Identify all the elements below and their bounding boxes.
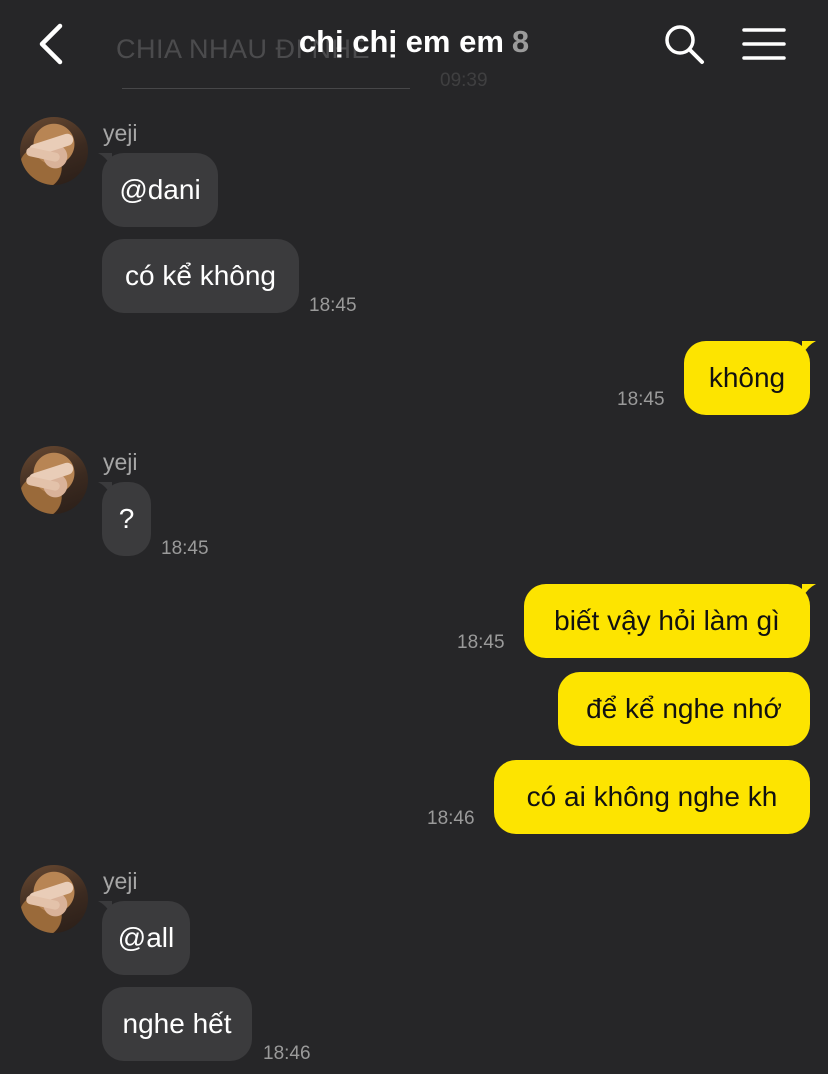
message-bubble-incoming[interactable]: @all: [102, 901, 190, 975]
hamburger-menu-icon: [742, 28, 786, 60]
message-timestamp: 18:45: [161, 538, 209, 559]
sender-name: yeji: [103, 449, 138, 475]
message-timestamp: 18:45: [309, 295, 357, 316]
back-chevron-icon: [39, 23, 63, 65]
chat-screen: CHIA NHAU ĐI NHÉ 09:39 chị chị em em 8 y…: [0, 0, 828, 1074]
bubble-tail: [802, 584, 816, 598]
avatar[interactable]: [20, 446, 88, 514]
avatar[interactable]: [20, 117, 88, 185]
avatar[interactable]: [20, 865, 88, 933]
message-timestamp: 18:46: [427, 808, 475, 829]
search-icon: [665, 25, 704, 64]
menu-button[interactable]: [740, 26, 788, 62]
message-timestamp: 18:45: [457, 632, 505, 653]
bubble-tail: [802, 341, 816, 355]
message-timestamp: 18:45: [617, 389, 665, 410]
message-bubble-outgoing[interactable]: biết vậy hỏi làm gì: [524, 584, 810, 658]
message-bubble-outgoing[interactable]: có ai không nghe kh: [494, 760, 810, 834]
chat-header: chị chị em em 8: [0, 0, 828, 92]
back-button[interactable]: [32, 22, 72, 66]
message-bubble-incoming[interactable]: @dani: [102, 153, 218, 227]
message-bubble-incoming[interactable]: nghe hết: [102, 987, 252, 1061]
message-bubble-outgoing[interactable]: không: [684, 341, 810, 415]
search-button[interactable]: [662, 22, 706, 66]
sender-name: yeji: [103, 120, 138, 146]
chat-title: chị chị em em: [298, 24, 504, 59]
message-bubble-incoming[interactable]: có kể không: [102, 239, 299, 313]
member-count: 8: [511, 24, 530, 59]
sender-name: yeji: [103, 868, 138, 894]
message-timestamp: 18:46: [263, 1043, 311, 1064]
message-bubble-incoming[interactable]: ?: [102, 482, 151, 556]
message-bubble-outgoing[interactable]: để kể nghe nhớ: [558, 672, 810, 746]
